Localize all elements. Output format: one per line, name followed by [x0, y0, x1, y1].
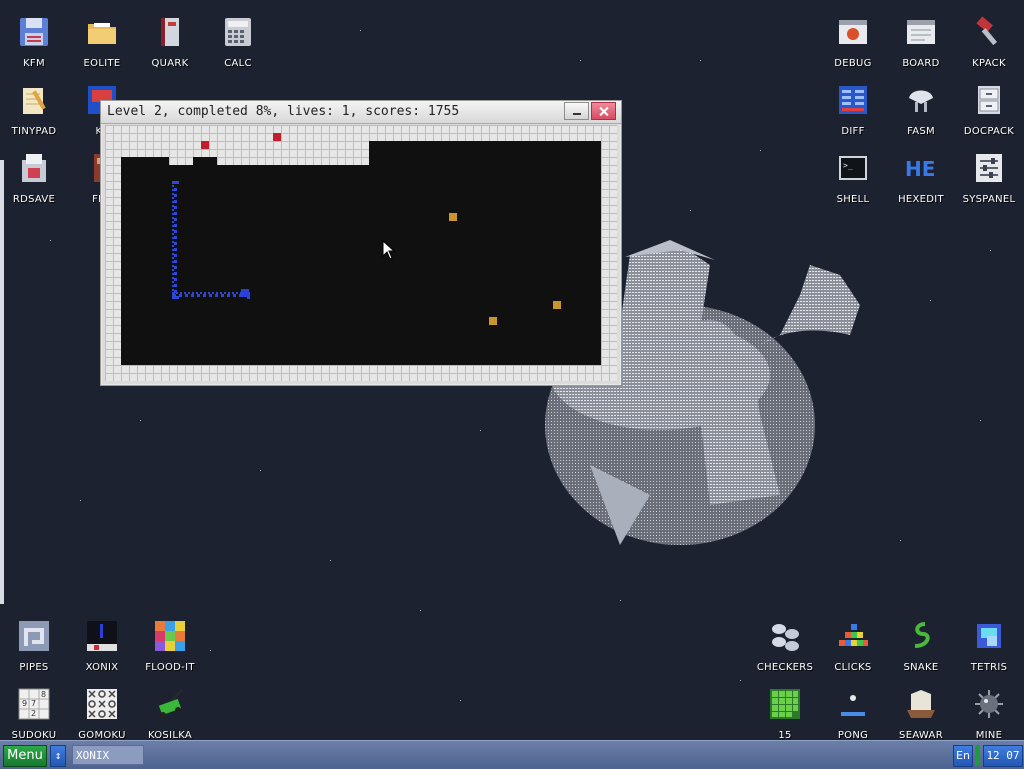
gomoku-icon-tile[interactable]: GOMOKU — [68, 680, 136, 748]
tic-tac-toe-icon — [87, 689, 117, 719]
svg-text:>_: >_ — [843, 161, 853, 170]
hex-editor-icon: HE — [905, 157, 935, 181]
open-area — [193, 157, 217, 181]
diff-icon-tile[interactable]: DIFF — [819, 76, 887, 144]
xonix-window[interactable]: Level 2, completed 8%, lives: 1, scores:… — [100, 100, 622, 386]
kosilka-icon-tile[interactable]: KOSILKA — [136, 680, 204, 748]
svg-text:7: 7 — [31, 699, 36, 708]
kfm-icon-tile[interactable]: KFM — [0, 8, 68, 76]
mine-bomb-icon — [975, 690, 1003, 718]
docpack-label: DOCPACK — [963, 126, 1015, 137]
open-area — [337, 165, 369, 173]
calc-icon-tile[interactable]: CALC — [204, 8, 272, 76]
folder-icon — [88, 23, 116, 44]
open-area — [121, 157, 169, 165]
taskbar-item-xonix[interactable]: XONIX — [72, 745, 144, 765]
docpack-icon-tile[interactable]: DOCPACK — [955, 76, 1023, 144]
lawnmower-icon — [158, 689, 183, 718]
menu-button[interactable]: Menu — [3, 745, 47, 767]
block-stack-icon — [839, 624, 868, 646]
window-titlebar[interactable]: Level 2, completed 8%, lives: 1, scores:… — [101, 101, 621, 124]
window-title: Level 2, completed 8%, lives: 1, scores:… — [107, 104, 460, 119]
tetris-icon-tile[interactable]: TETRIS — [955, 612, 1023, 680]
player-trail — [172, 181, 177, 299]
pong-paddle-icon — [841, 695, 865, 716]
rdsave-icon-tile[interactable]: RDSAVE — [0, 144, 68, 212]
debug-icon-tile[interactable]: DEBUG — [819, 8, 887, 76]
flood-it-label: FLOOD-IT — [145, 662, 195, 673]
eolite-icon-tile[interactable]: EOLITE — [68, 8, 136, 76]
checkers-pieces-icon — [772, 624, 799, 651]
svg-text:9: 9 — [22, 699, 27, 708]
minimize-button[interactable] — [564, 102, 589, 120]
svg-text:2: 2 — [31, 709, 36, 718]
snake-icon-tile[interactable]: SNAKE — [887, 612, 955, 680]
pong-icon-tile[interactable]: PONG — [819, 680, 887, 748]
hammer-icon — [976, 16, 998, 46]
sudoku-grid-icon: 79 8 2 — [18, 688, 50, 720]
sea-enemy — [449, 213, 457, 221]
save-archive-icon — [22, 154, 46, 182]
land-enemy — [201, 141, 209, 149]
snake-icon — [914, 622, 930, 648]
cabinet-icon — [978, 86, 1000, 114]
assembler-icon — [909, 90, 933, 112]
tray-separator — [975, 745, 980, 765]
task-switch-button[interactable]: ↕ — [50, 745, 66, 767]
tetris-label: TETRIS — [970, 662, 1008, 673]
fifteen-puzzle-icon — [770, 689, 800, 719]
open-area — [369, 141, 601, 165]
sea-enemy — [553, 301, 561, 309]
land-enemy — [273, 133, 281, 141]
calculator-icon — [225, 18, 251, 46]
pipes-icon-tile[interactable]: PIPES — [0, 612, 68, 680]
taskbar: Menu ↕ XONIX En 12 07 — [0, 740, 1024, 769]
svg-text:8: 8 — [41, 690, 46, 699]
open-area — [121, 165, 601, 365]
sliders-icon — [976, 154, 1002, 182]
kpack-label: KPACK — [972, 58, 1006, 69]
mine-icon-tile[interactable]: MINE — [955, 680, 1023, 748]
xonix-game-icon — [87, 621, 117, 651]
sea-enemy — [489, 317, 497, 325]
svg-text:HE: HE — [905, 157, 935, 181]
diff-compare-icon — [839, 86, 867, 114]
color-grid-icon — [155, 621, 185, 651]
tetris-block-icon — [977, 624, 1001, 648]
notepad-pencil-icon — [23, 88, 46, 114]
clicks-icon-tile[interactable]: CLICKS — [819, 612, 887, 680]
hexedit-icon-tile[interactable]: HE HEXEDIT — [887, 144, 955, 212]
mouse-pointer-icon — [382, 240, 396, 260]
quark-icon-tile[interactable]: QUARK — [136, 8, 204, 76]
pipes-icon — [19, 621, 49, 651]
shell-icon-tile[interactable]: >_ SHELL — [819, 144, 887, 212]
fifteen-icon-tile[interactable]: 15 — [751, 680, 819, 748]
checkers-icon-tile[interactable]: CHECKERS — [751, 612, 819, 680]
left-edge-panel — [0, 160, 4, 604]
terminal-icon: >_ — [839, 156, 867, 180]
calc-label: CALC — [224, 58, 252, 69]
book-icon — [161, 18, 179, 46]
player-cursor — [241, 289, 249, 297]
game-field[interactable] — [105, 125, 617, 381]
clock[interactable]: 12 07 — [983, 745, 1023, 767]
syspanel-icon-tile[interactable]: SYSPANEL — [955, 144, 1023, 212]
fasm-icon-tile[interactable]: FASM — [887, 76, 955, 144]
board-window-icon — [907, 20, 935, 44]
language-indicator[interactable]: En — [953, 745, 973, 767]
player-trail — [172, 292, 250, 297]
flood-it-icon-tile[interactable]: FLOOD-IT — [136, 612, 204, 680]
sailing-ship-icon — [907, 690, 935, 718]
tinypad-icon-tile[interactable]: TINYPAD — [0, 76, 68, 144]
close-button[interactable] — [591, 102, 616, 120]
syspanel-label: SYSPANEL — [962, 194, 1016, 205]
sudoku-icon-tile[interactable]: 7982 SUDOKU — [0, 680, 68, 748]
floppy-disk-icon — [20, 18, 48, 46]
kpack-icon-tile[interactable]: KPACK — [955, 8, 1023, 76]
bug-window-icon — [839, 20, 867, 44]
seawar-icon-tile[interactable]: SEAWAR — [887, 680, 955, 748]
xonix-icon-tile[interactable]: XONIX — [68, 612, 136, 680]
board-icon-tile[interactable]: BOARD — [887, 8, 955, 76]
